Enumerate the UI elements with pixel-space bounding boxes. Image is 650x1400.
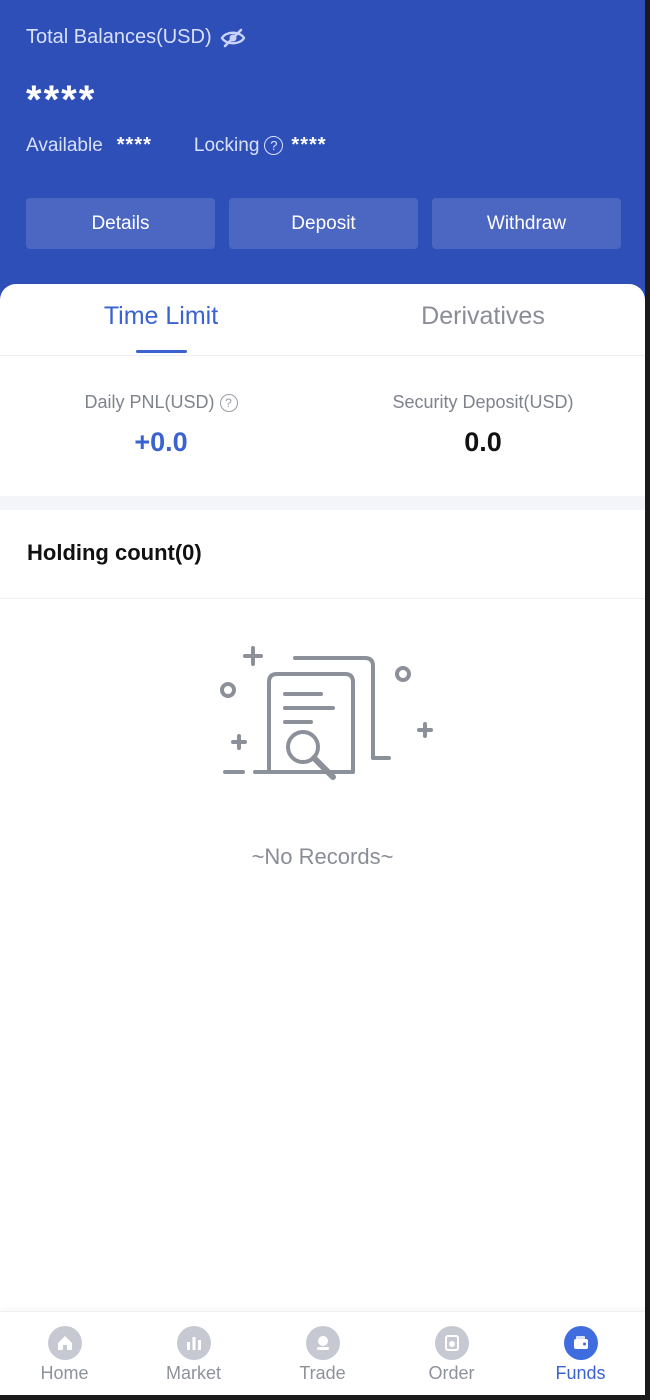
section-divider [0, 496, 645, 510]
nav-home-label: Home [40, 1363, 89, 1383]
home-icon [47, 1326, 82, 1360]
eye-hidden-icon[interactable] [220, 27, 246, 49]
total-balance-value: **** [26, 78, 97, 122]
funds-page: Total Balances(USD) **** Available **** … [0, 0, 650, 1400]
deposit-button[interactable]: Deposit [229, 198, 418, 249]
nav-market-label: Market [165, 1363, 221, 1383]
daily-pnl-label: Daily PNL(USD) [84, 392, 215, 412]
active-tab-indicator [136, 350, 187, 353]
nav-trade-label: Trade [299, 1363, 346, 1383]
order-icon [434, 1326, 469, 1360]
help-icon[interactable]: ? [264, 136, 284, 155]
nav-funds-label: Funds [555, 1363, 606, 1383]
holding-count-title: Holding count(0) [27, 540, 202, 565]
available-label: Available [26, 134, 103, 156]
total-balance-label: Total Balances(USD) [26, 26, 212, 48]
holding-section: Holding count(0) [0, 510, 645, 599]
frame-edge [0, 1395, 650, 1400]
available-value: **** [116, 134, 152, 156]
nav-trade[interactable]: Trade [258, 1326, 387, 1384]
security-deposit-value: 0.0 [464, 427, 502, 457]
balance-breakdown: Available **** Locking ? **** [26, 134, 327, 157]
details-button[interactable]: Details [26, 198, 215, 249]
nav-market[interactable]: Market [129, 1326, 258, 1384]
locking-value: **** [291, 134, 327, 156]
tab-derivatives[interactable]: Derivatives [322, 302, 644, 331]
balance-header: Total Balances(USD) **** Available **** … [0, 0, 645, 300]
security-deposit-stat: Security Deposit(USD) 0.0 [322, 392, 644, 458]
empty-records-icon [215, 644, 440, 794]
bottom-nav: Home Market Trade Order Funds [0, 1311, 645, 1395]
frame-edge [645, 0, 650, 1400]
nav-order-label: Order [428, 1363, 475, 1383]
nav-funds[interactable]: Funds [516, 1326, 645, 1384]
no-records-text: ~No Records~ [251, 844, 394, 869]
stats-panel: Daily PNL(USD) ? +0.0 Security Deposit(U… [0, 356, 645, 496]
locking-group: Locking ? **** [194, 134, 327, 157]
market-icon [176, 1326, 211, 1360]
daily-pnl-label-row: Daily PNL(USD) ? [84, 392, 238, 413]
total-balance-row: Total Balances(USD) [26, 26, 246, 49]
locking-label: Locking [193, 134, 260, 156]
action-buttons: Details Deposit Withdraw [26, 198, 621, 249]
daily-pnl-stat: Daily PNL(USD) ? +0.0 [0, 392, 322, 458]
trade-icon [305, 1326, 340, 1360]
tab-time-limit[interactable]: Time Limit [0, 302, 322, 331]
security-deposit-label: Security Deposit(USD) [392, 392, 574, 412]
content-card: Time Limit Derivatives Daily PNL(USD) ? … [0, 284, 645, 1314]
tab-bar: Time Limit Derivatives [0, 284, 645, 356]
withdraw-button[interactable]: Withdraw [432, 198, 621, 249]
daily-pnl-value: +0.0 [134, 427, 188, 457]
help-icon[interactable]: ? [219, 393, 238, 412]
nav-order[interactable]: Order [387, 1326, 516, 1384]
nav-home[interactable]: Home [0, 1326, 129, 1384]
funds-icon [563, 1326, 598, 1360]
